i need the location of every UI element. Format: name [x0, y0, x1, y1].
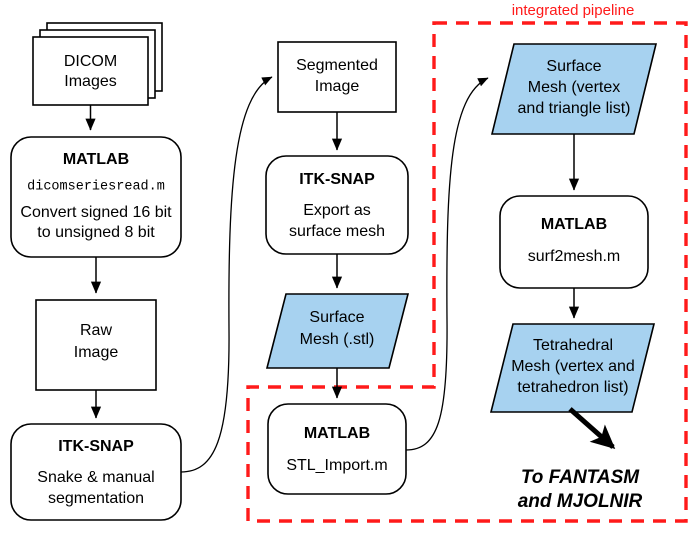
tetrahedral-mesh-line2: Mesh (vertex and: [511, 358, 635, 375]
itksnap-export-desc2: surface mesh: [289, 223, 385, 240]
matlab-surf2mesh-node: [499, 195, 649, 289]
itksnap-segment-desc2: segmentation: [48, 490, 144, 507]
itksnap-export-title: ITK-SNAP: [299, 171, 375, 188]
output-target-line1: To FANTASM: [521, 467, 640, 488]
edge-tetmesh-to-output: [568, 407, 616, 449]
surface-mesh-stl-line1: Surface: [309, 309, 364, 326]
dicom-images-line1: DICOM: [64, 53, 117, 70]
output-target-line2: and MJOLNIR: [518, 491, 643, 512]
segmented-image-node: [277, 41, 397, 113]
integrated-pipeline-label: integrated pipeline: [512, 2, 635, 19]
dicom-images-node: [32, 36, 149, 106]
flowchart-diagram: integrated pipeline DICOM Images MATLAB …: [0, 0, 699, 535]
segmented-image-line2: Image: [315, 78, 360, 95]
surface-mesh-vertex-line2: Mesh (vertex: [528, 79, 620, 96]
surface-mesh-stl-line2: Mesh (.stl): [300, 331, 375, 348]
edge-stlimport-to-surfacemesh: [405, 77, 489, 451]
surface-mesh-vertex-line1: Surface: [546, 58, 601, 75]
tetrahedral-mesh-line3: tetrahedron list): [517, 379, 628, 396]
segmented-image-line1: Segmented: [296, 57, 378, 74]
matlab-dicomread-desc2: to unsigned 8 bit: [37, 224, 155, 241]
raw-image-line2: Image: [74, 344, 119, 361]
edge-itksnap-to-segmented: [180, 76, 273, 473]
raw-image-line1: Raw: [80, 322, 112, 339]
matlab-surf2mesh-script: surf2mesh.m: [528, 248, 620, 265]
matlab-surf2mesh-title: MATLAB: [541, 216, 607, 233]
matlab-dicomread-desc1: Convert signed 16 bit: [20, 204, 172, 221]
tetrahedral-mesh-line1: Tetrahedral: [533, 337, 613, 354]
dicom-images-line2: Images: [64, 73, 116, 90]
matlab-dicomread-title: MATLAB: [63, 151, 129, 168]
matlab-stl-import-node: [267, 403, 407, 495]
itksnap-export-desc1: Export as: [303, 202, 371, 219]
surface-mesh-vertex-line3: and triangle list): [518, 100, 631, 117]
itksnap-segment-title: ITK-SNAP: [58, 438, 134, 455]
matlab-stl-import-script: STL_Import.m: [286, 457, 387, 474]
flowchart-canvas: integrated pipeline DICOM Images MATLAB …: [10, 2, 688, 523]
matlab-stl-import-title: MATLAB: [304, 425, 370, 442]
itksnap-segment-desc1: Snake & manual: [37, 469, 154, 486]
matlab-dicomread-script: dicomseriesread.m: [27, 180, 165, 195]
